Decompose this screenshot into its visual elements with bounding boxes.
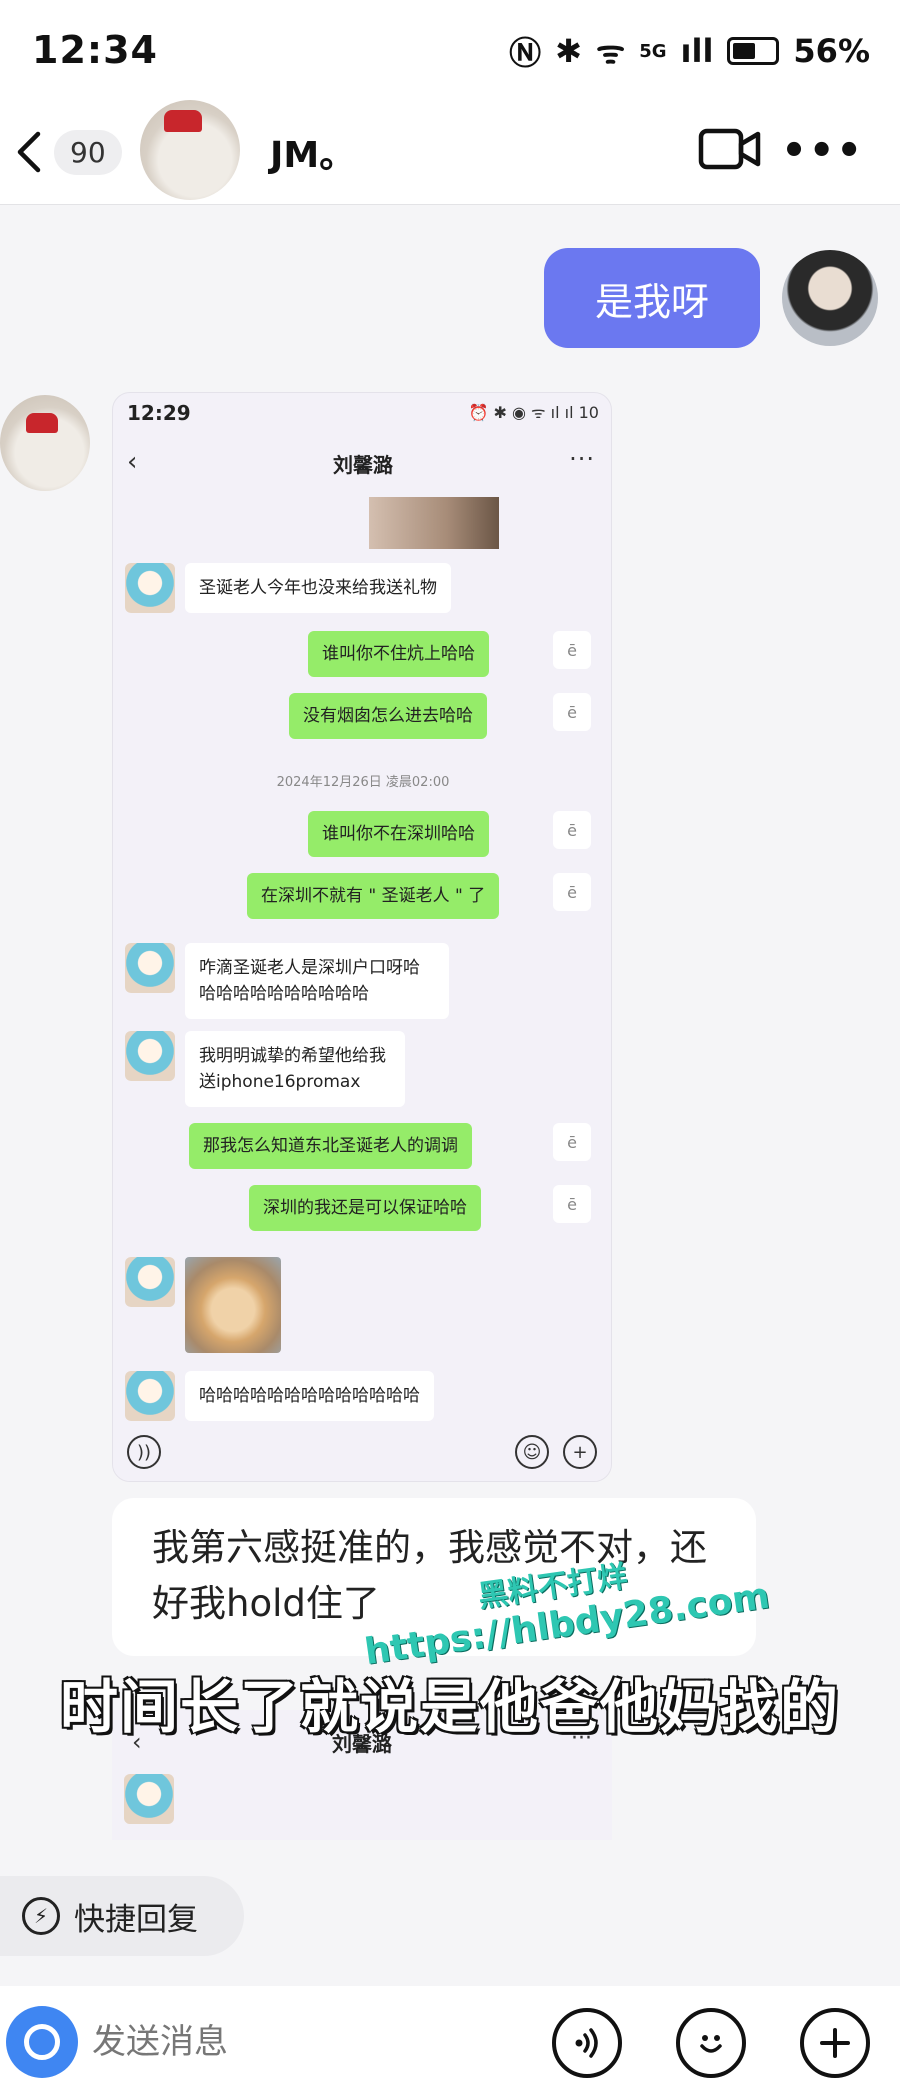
screenshot-time: 12:29 xyxy=(127,401,191,425)
chat-bubble-in: 哈哈哈哈哈哈哈哈哈哈哈哈哈 xyxy=(185,1371,434,1421)
read-mark: ē xyxy=(553,1185,591,1223)
chat-bubble-out: 深圳的我还是可以保证哈哈 xyxy=(249,1185,481,1231)
hat-shape xyxy=(164,110,202,132)
read-mark: ē xyxy=(553,631,591,669)
dog-sticker-image xyxy=(185,1257,281,1353)
voice-icon: )) xyxy=(127,1435,161,1469)
unread-badge: 90 xyxy=(54,129,122,175)
voice-button[interactable] xyxy=(552,2008,622,2078)
video-call-button[interactable] xyxy=(698,126,762,176)
chat-bubble-in: 我明明诚挚的希望他给我送iphone16promax xyxy=(185,1031,405,1107)
chat-bubble-out: 谁叫你不在深圳哈哈 xyxy=(308,811,489,857)
battery-level: 56% xyxy=(793,32,870,70)
read-mark: ē xyxy=(553,1123,591,1161)
back-button[interactable]: 90 xyxy=(12,122,122,182)
screenshot-title-bar: ‹ 刘馨潞 ··· xyxy=(113,443,611,483)
screenshot-input-bar: )) ☺ + xyxy=(113,1423,611,1481)
message-input-bar xyxy=(0,1986,900,2094)
chat-header: 90 JM。 ••• xyxy=(0,100,900,205)
outgoing-message[interactable]: 是我呀 xyxy=(544,248,760,348)
chat-bubble-in: 咋滴圣诞老人是深圳户口呀哈哈哈哈哈哈哈哈哈哈哈 xyxy=(185,943,449,1019)
screenshot-photo-thumb xyxy=(369,497,499,549)
screenshot-status-icons: ⏰ ✱ ◉ ᯤ ıl ıl 10 xyxy=(468,403,599,422)
chat-bubble-out: 谁叫你不住炕上哈哈 xyxy=(308,631,489,677)
chevron-left-icon xyxy=(17,131,41,173)
status-icons: Ⓝ ✱ ᯤ 5G ıll 56% xyxy=(509,28,870,74)
screenshot-status-bar: 12:29 ⏰ ✱ ◉ ᯤ ıl ıl 10 xyxy=(113,393,611,429)
contact-avatar-incoming[interactable] xyxy=(0,395,90,491)
plus-icon: + xyxy=(563,1435,597,1469)
wifi-icon: ᯤ xyxy=(595,32,626,71)
chat-bubble-out: 没有烟囱怎么进去哈哈 xyxy=(289,693,487,739)
bluetooth-icon: ✱ xyxy=(555,32,582,70)
anime-avatar xyxy=(125,1031,175,1081)
anime-avatar xyxy=(125,1257,175,1307)
smiley-icon xyxy=(700,2035,722,2053)
read-mark: ē xyxy=(553,811,591,849)
chat-bubble-out: 在深圳不就有 " 圣诞老人 " 了 xyxy=(247,873,500,919)
contact-name[interactable]: JM。 xyxy=(270,126,355,178)
battery-icon xyxy=(727,37,780,65)
contact-avatar[interactable] xyxy=(140,100,240,200)
nfc-icon: Ⓝ xyxy=(509,34,542,72)
signal-icon: ıll xyxy=(680,32,714,70)
camera-button[interactable] xyxy=(6,2006,78,2078)
quick-reply-button[interactable]: ⚡ 快捷回复 xyxy=(0,1876,244,1956)
emoji-button[interactable] xyxy=(676,2008,746,2078)
chat-bubble-out: 那我怎么知道东北圣诞老人的调调 xyxy=(189,1123,472,1169)
chat-bubble-in: 圣诞老人今年也没来给我送礼物 xyxy=(185,563,451,613)
status-bar: 12:34 Ⓝ ✱ ᯤ 5G ıll 56% xyxy=(0,0,900,100)
read-mark: ē xyxy=(553,873,591,911)
anime-avatar xyxy=(125,1371,175,1421)
message-input[interactable] xyxy=(92,2010,512,2074)
quick-reply-label: 快捷回复 xyxy=(74,1901,198,1938)
video-caption: 时间长了就说是他爸他妈找的 xyxy=(59,1672,840,1742)
emoji-icon: ☺ xyxy=(515,1435,549,1469)
shared-screenshot-image[interactable]: 12:29 ⏰ ✱ ◉ ᯤ ıl ıl 10 ‹ 刘馨潞 ··· 圣诞老人今年也… xyxy=(112,392,612,1482)
screenshot-contact-name: 刘馨潞 xyxy=(333,453,393,477)
lightning-icon: ⚡ xyxy=(22,1897,60,1935)
more-options-button[interactable]: ••• xyxy=(781,128,864,174)
plus-icon xyxy=(820,2028,850,2058)
more-icon: ··· xyxy=(569,445,595,473)
anime-avatar xyxy=(125,563,175,613)
anime-avatar xyxy=(124,1774,174,1824)
video-camera-icon xyxy=(698,128,761,170)
plus-button[interactable] xyxy=(800,2008,870,2078)
status-time: 12:34 xyxy=(32,28,158,72)
network-label: 5G xyxy=(639,40,667,62)
my-avatar[interactable] xyxy=(782,250,878,346)
hat-shape xyxy=(26,413,58,433)
voice-wave-icon xyxy=(575,2028,598,2058)
chat-timestamp: 2024年12月26日 凌晨02:00 xyxy=(276,775,450,790)
anime-avatar xyxy=(125,943,175,993)
read-mark: ē xyxy=(553,693,591,731)
